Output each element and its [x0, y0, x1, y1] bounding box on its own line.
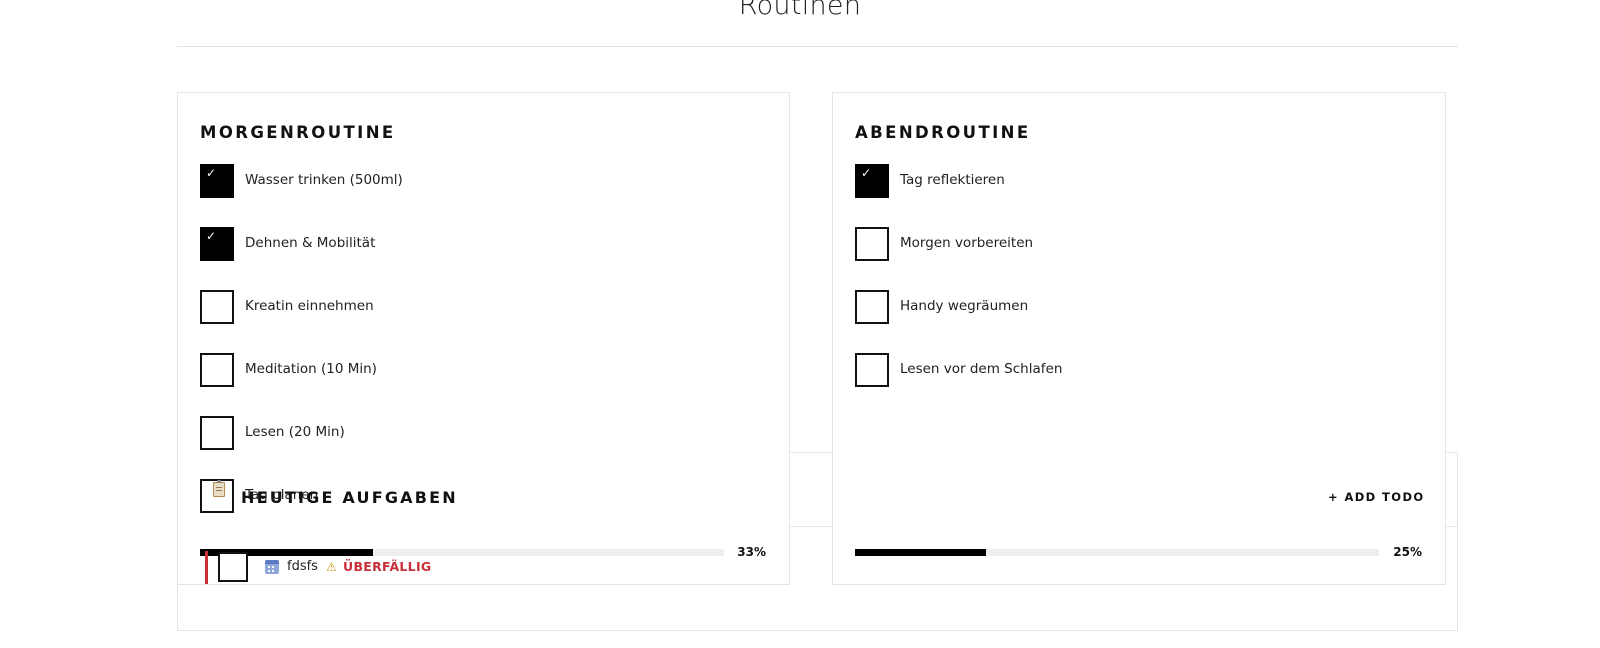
morning-item[interactable]: Kreatin einnehmen	[200, 290, 700, 324]
overdue-accent-bar	[205, 551, 208, 584]
morning-item[interactable]: Lesen (20 Min)	[200, 416, 700, 450]
evening-routine-title: ABENDROUTINE	[855, 123, 1031, 142]
page-title: Routinen	[738, 0, 862, 21]
task-name: fdsfs	[287, 559, 318, 574]
morning-item-label: Dehnen & Mobilität	[245, 235, 376, 251]
warning-icon: ⚠	[326, 560, 337, 574]
morning-item-label: Meditation (10 Min)	[245, 361, 377, 377]
morning-item-checkbox[interactable]: ✓	[200, 227, 234, 261]
evening-item-label: Lesen vor dem Schlafen	[900, 361, 1063, 377]
morning-item-checkbox[interactable]	[200, 290, 234, 324]
clipboard-icon	[213, 480, 225, 497]
morning-item[interactable]: ✓ Dehnen & Mobilität	[200, 227, 700, 261]
evening-item-label: Morgen vorbereiten	[900, 235, 1034, 251]
evening-item-checkbox[interactable]	[855, 227, 889, 261]
morning-item-checkbox[interactable]	[200, 479, 234, 513]
evening-item[interactable]: Lesen vor dem Schlafen	[855, 353, 1355, 387]
task-checkbox[interactable]	[218, 552, 248, 582]
title-divider	[177, 46, 1458, 47]
morning-item-label: Kreatin einnehmen	[245, 298, 374, 314]
check-icon: ✓	[206, 229, 217, 243]
check-icon: ✓	[206, 166, 217, 180]
overdue-badge: ÜBERFÄLLIG	[343, 559, 432, 574]
morning-item[interactable]: ✓ Wasser trinken (500ml)	[200, 164, 700, 198]
evening-progress-percent: 25%	[1393, 545, 1422, 559]
evening-item-label: Tag reflektieren	[900, 172, 1005, 188]
add-todo-button[interactable]: + ADD TODO	[1328, 490, 1425, 504]
calendar-icon	[265, 560, 279, 574]
morning-item-label: Lesen (20 Min)	[245, 424, 345, 440]
morning-routine-card: MORGENROUTINE ✓ Wasser trinken (500ml) ✓…	[177, 92, 790, 585]
evening-item[interactable]: ✓ Tag reflektieren	[855, 164, 1355, 198]
task-row[interactable]: fdsfs ⚠ ÜBERFÄLLIG	[205, 551, 445, 585]
evening-progress-fill	[855, 549, 986, 556]
evening-routine-card: ABENDROUTINE ✓ Tag reflektieren Morgen v…	[832, 92, 1446, 585]
morning-item[interactable]: Meditation (10 Min)	[200, 353, 700, 387]
evening-item-checkbox[interactable]	[855, 353, 889, 387]
morning-item-checkbox[interactable]: ✓	[200, 164, 234, 198]
evening-item-checkbox[interactable]	[855, 290, 889, 324]
check-icon: ✓	[861, 166, 872, 180]
morning-item-checkbox[interactable]	[200, 353, 234, 387]
morning-progress-percent: 33%	[737, 545, 766, 559]
todays-tasks-title: HEUTIGE AUFGABEN	[241, 488, 458, 507]
evening-item[interactable]: Handy wegräumen	[855, 290, 1355, 324]
evening-item-checkbox[interactable]: ✓	[855, 164, 889, 198]
evening-item-label: Handy wegräumen	[900, 298, 1029, 314]
morning-item-checkbox[interactable]	[200, 416, 234, 450]
morning-item-label: Wasser trinken (500ml)	[245, 172, 403, 188]
evening-item[interactable]: Morgen vorbereiten	[855, 227, 1355, 261]
evening-progress-bar	[855, 549, 1379, 556]
morning-routine-title: MORGENROUTINE	[200, 123, 396, 142]
